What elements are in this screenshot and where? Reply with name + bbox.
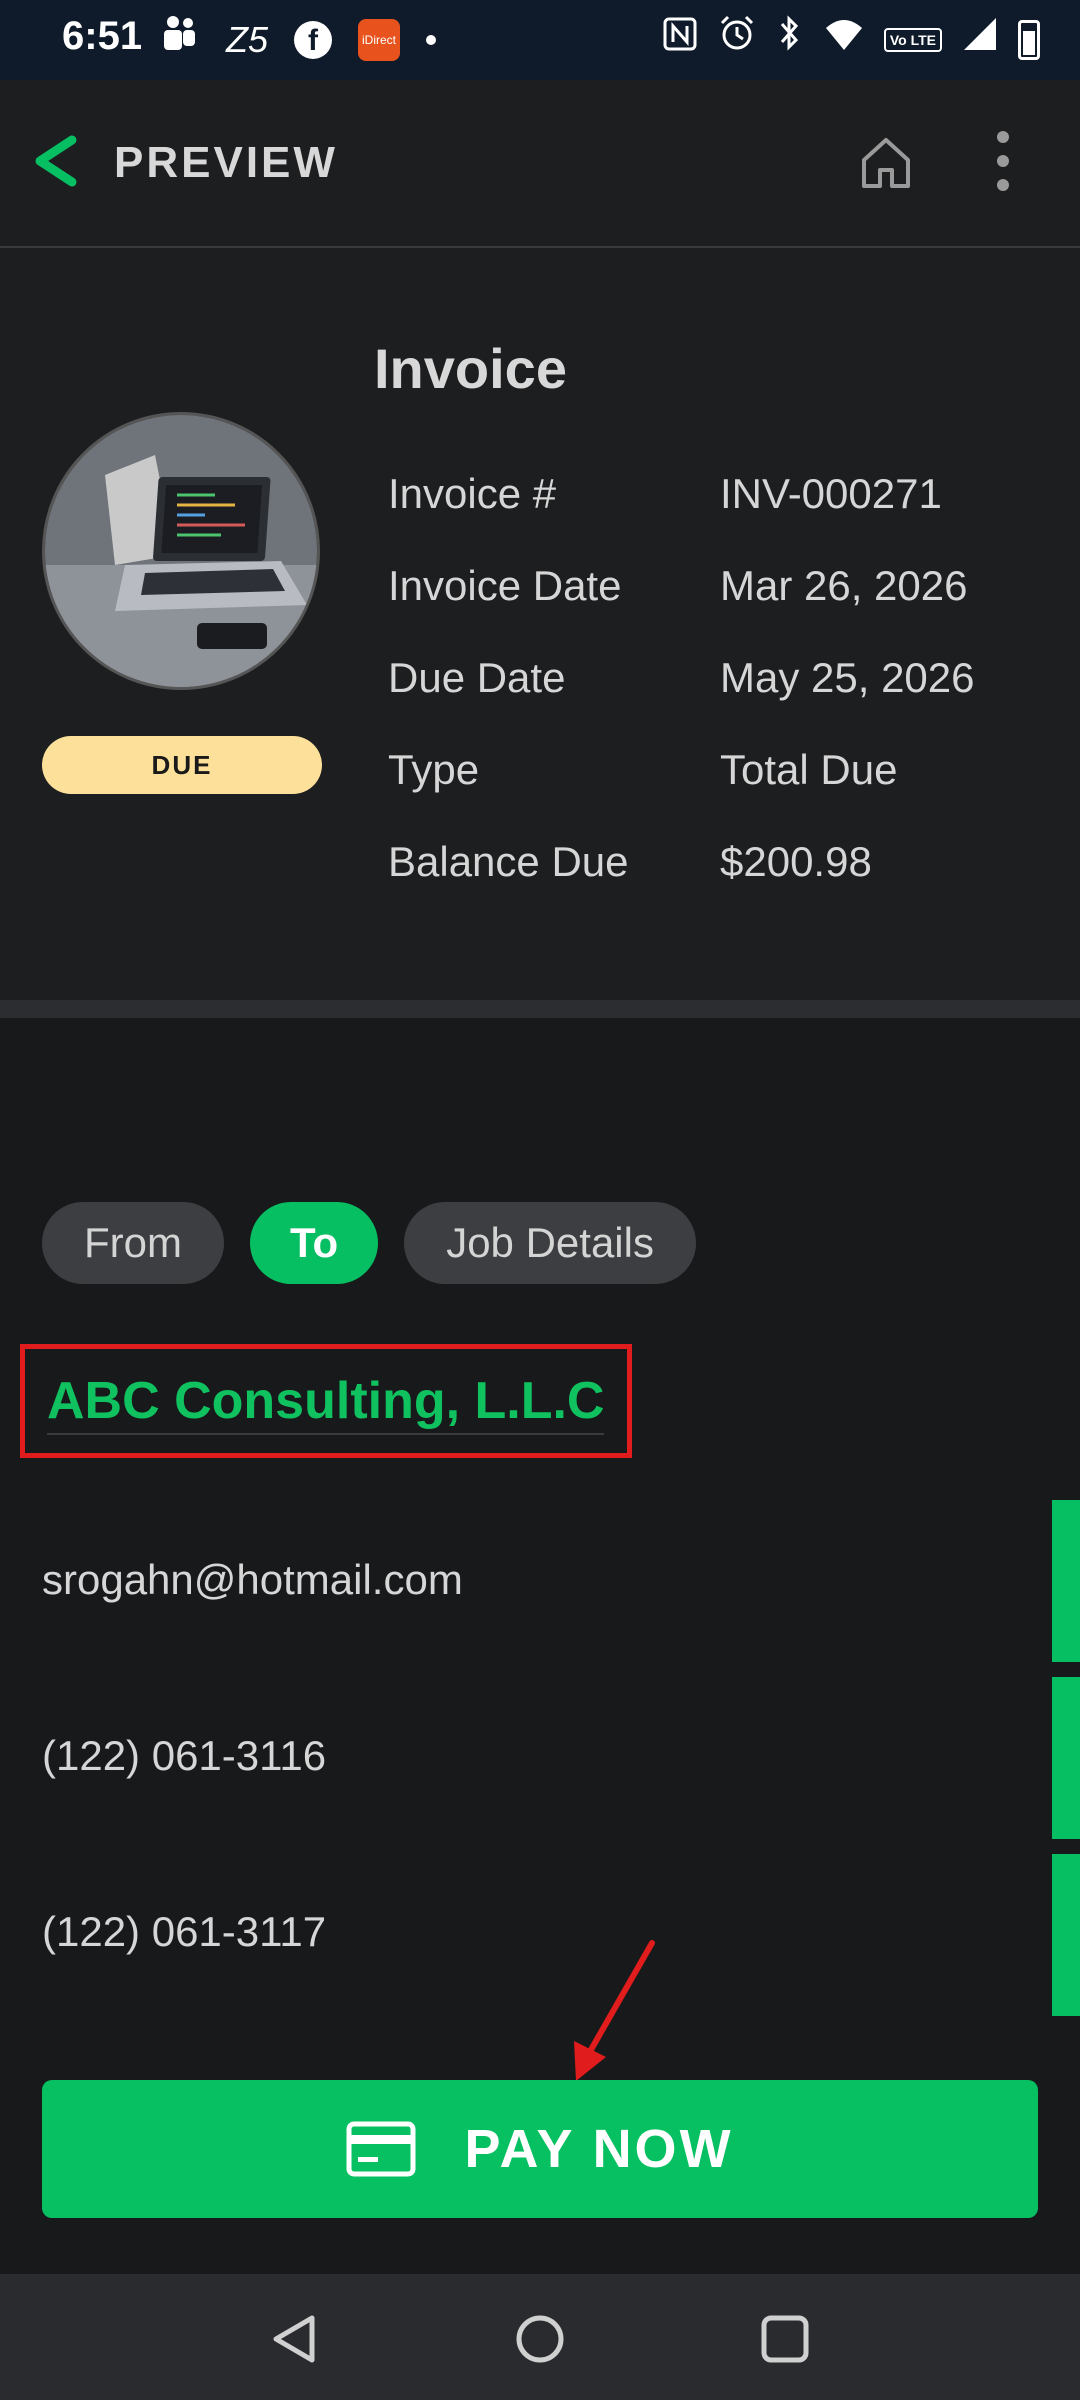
status-right-icons: Vo LTE [662, 14, 1040, 66]
tab-to[interactable]: To [250, 1202, 379, 1284]
recipient-phone-2[interactable]: (122) 061-3117 [42, 1908, 326, 1956]
zee5-icon: Z5 [226, 19, 269, 60]
nav-home-button[interactable] [513, 2312, 567, 2366]
nfc-icon [662, 14, 698, 66]
email-action-tab[interactable] [1052, 1500, 1080, 1662]
nav-recents-icon [761, 2315, 809, 2363]
status-bar: 6:51 Z5 f iDirect Vo LTE [0, 0, 1080, 80]
nav-back-button[interactable] [268, 2312, 322, 2366]
pay-now-label: PAY NOW [464, 2119, 734, 2179]
teams-icon [160, 13, 200, 67]
nav-back-icon [273, 2315, 315, 2363]
system-nav-bar [0, 2274, 1080, 2400]
icici-direct-icon: iDirect [358, 19, 401, 61]
icici-direct-icon-text: iDirect [362, 33, 397, 47]
nav-home-icon [516, 2315, 564, 2363]
balance-due-label: Balance Due [388, 838, 629, 885]
invoice-number-value: INV-000271 [720, 470, 942, 517]
annotation-arrow-icon [574, 1940, 655, 2081]
due-date-value: May 25, 2026 [720, 654, 975, 701]
facebook-icon: f [294, 21, 333, 59]
type-value: Total Due [720, 746, 898, 793]
recipient-phone-1[interactable]: (122) 061-3116 [42, 1732, 326, 1780]
section-divider [0, 1000, 1080, 1018]
company-name[interactable]: ABC Consulting, L.L.C [47, 1371, 605, 1435]
due-date-label: Due Date [388, 654, 566, 701]
signal-icon [962, 14, 998, 66]
more-options-button[interactable] [980, 126, 1026, 196]
status-left-icons: Z5 f iDirect [160, 13, 437, 67]
invoice-heading: Invoice [374, 337, 567, 400]
app-bar: PREVIEW [0, 80, 1080, 248]
credit-card-icon [346, 2121, 416, 2177]
phone-2-action-tab[interactable] [1052, 1854, 1080, 2016]
type-label: Type [388, 746, 480, 793]
invoice-date-value: Mar 26, 2026 [720, 562, 968, 609]
alarm-icon [718, 14, 756, 66]
company-highlight-box: ABC Consulting, L.L.C [20, 1344, 632, 1458]
tab-from[interactable]: From [42, 1202, 224, 1284]
balance-due-value: $200.98 [720, 838, 872, 885]
home-icon [862, 138, 910, 188]
volte-text: Vo LTE [889, 32, 936, 48]
laptop-image-icon [45, 415, 317, 687]
invoice-image [42, 412, 320, 690]
invoice-summary: Invoice DUE Invoice # INV-000271 Invoice… [0, 248, 1080, 1000]
invoice-number-label: Invoice # [388, 470, 557, 517]
volte-icon: Vo LTE [883, 28, 942, 52]
back-button[interactable] [26, 126, 86, 196]
phone-1-action-tab[interactable] [1052, 1677, 1080, 1839]
wifi-icon [824, 14, 864, 66]
bluetooth-icon [776, 14, 804, 66]
page-title: PREVIEW [114, 138, 338, 187]
nav-recents-button[interactable] [758, 2312, 812, 2366]
notification-dot [426, 35, 437, 45]
back-arrow-icon [35, 135, 77, 187]
more-vertical-icon [997, 131, 1009, 191]
status-time: 6:51 [62, 14, 143, 58]
invoice-date-label: Invoice Date [388, 562, 622, 609]
party-tabs: From To Job Details [42, 1202, 696, 1284]
recipient-email[interactable]: srogahn@hotmail.com [42, 1556, 463, 1604]
pay-now-button[interactable]: PAY NOW [42, 2080, 1038, 2218]
status-badge: DUE [42, 736, 322, 794]
home-button[interactable] [856, 132, 916, 192]
battery-icon [1018, 20, 1040, 60]
tab-job-details[interactable]: Job Details [404, 1202, 696, 1284]
